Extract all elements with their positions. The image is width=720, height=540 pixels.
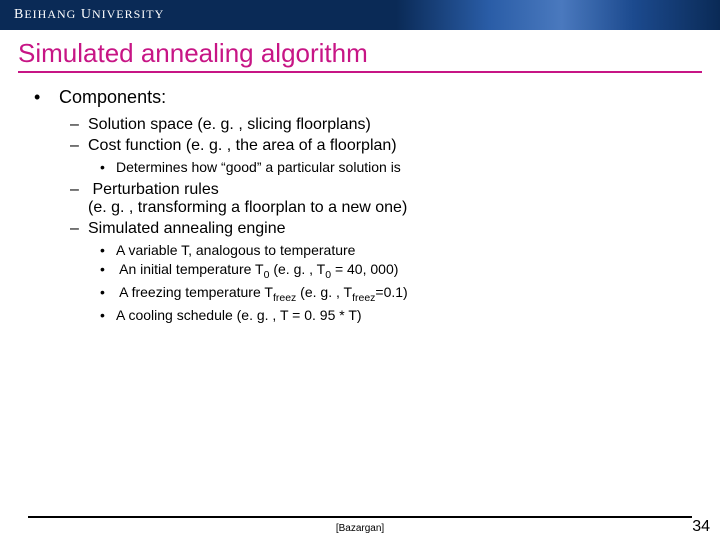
citation: [Bazargan] xyxy=(0,523,720,534)
slide-title: Simulated annealing algorithm xyxy=(18,38,702,73)
bullet-sa-engine: Simulated annealing engine A variable T,… xyxy=(70,220,720,323)
bullet-solution-space: Solution space (e. g. , slicing floorpla… xyxy=(70,116,720,134)
bullet-cooling-schedule: A cooling schedule (e. g. , T = 0. 95 * … xyxy=(100,307,720,323)
bullet-freezing-temp: A freezing temperature Tfreez (e. g. , T… xyxy=(100,284,720,304)
university-banner: BEIHANG UNIVERSITY xyxy=(0,0,720,30)
banner-niversity: NIVERSITY xyxy=(92,7,164,21)
components-label: Components: xyxy=(59,87,166,107)
bullet-perturbation: Perturbation rules (e. g. , transforming… xyxy=(70,181,720,217)
slide: BEIHANG UNIVERSITY Simulated annealing a… xyxy=(0,0,720,540)
bullet-initial-temp: An initial temperature T0 (e. g. , T0 = … xyxy=(100,261,720,281)
banner-b: B xyxy=(14,7,24,22)
title-wrap: Simulated annealing algorithm xyxy=(0,30,720,73)
bullet-variable-t: A variable T, analogous to temperature xyxy=(100,242,720,258)
slide-body: Components: Solution space (e. g. , slic… xyxy=(0,73,720,323)
banner-u: U xyxy=(81,7,92,22)
bullet-components: Components: Solution space (e. g. , slic… xyxy=(36,87,720,323)
page-number: 34 xyxy=(692,518,710,536)
banner-text: BEIHANG UNIVERSITY xyxy=(14,7,164,23)
bullet-determines: Determines how “good” a particular solut… xyxy=(100,159,720,175)
bullet-cost-function: Cost function (e. g. , the area of a flo… xyxy=(70,137,720,175)
banner-eihang: EIHANG xyxy=(24,7,76,21)
footer-rule xyxy=(28,516,692,518)
